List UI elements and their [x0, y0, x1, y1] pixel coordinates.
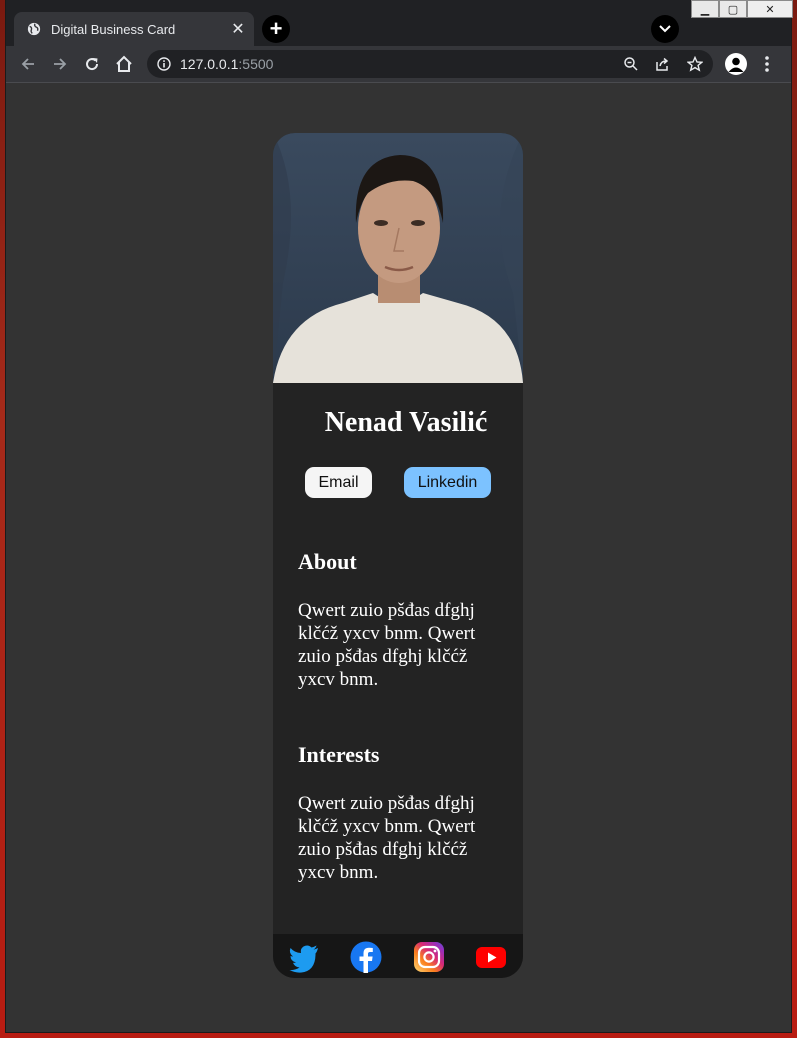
- reload-button[interactable]: [82, 54, 102, 74]
- tab-strip: Digital Business Card ✕ +: [6, 0, 791, 46]
- page-viewport: Nenad Vasilić Email Linkedin About Qwert…: [6, 83, 791, 1032]
- about-text: Qwert zuio pšđas dfghj klčćž yxcv bnm. Q…: [298, 600, 476, 690]
- twitter-icon[interactable]: [288, 941, 320, 973]
- about-heading: About: [298, 549, 357, 574]
- chevron-down-icon: [659, 25, 671, 33]
- linkedin-button[interactable]: Linkedin: [404, 467, 491, 498]
- interests-heading: Interests: [298, 742, 380, 767]
- url-host: 127.0.0.1: [180, 56, 239, 72]
- maximize-button[interactable]: ▢: [719, 0, 747, 18]
- close-window-button[interactable]: ✕: [747, 0, 793, 18]
- window-controls: ▁ ▢ ✕: [691, 0, 793, 18]
- bookmark-star-icon[interactable]: [687, 56, 703, 72]
- minimize-button[interactable]: ▁: [691, 0, 719, 18]
- home-icon: [116, 55, 132, 72]
- card-name: Nenad Vasilić: [324, 407, 488, 438]
- tab-search-button[interactable]: [651, 15, 679, 43]
- zoom-icon[interactable]: [623, 56, 639, 72]
- youtube-icon[interactable]: [475, 941, 507, 973]
- more-menu-icon[interactable]: [764, 55, 770, 73]
- url-text: 127.0.0.1:5500: [180, 56, 273, 72]
- interests-text: Qwert zuio pšđas dfghj klčćž yxcv bnm. Q…: [298, 793, 476, 883]
- business-card: Nenad Vasilić Email Linkedin About Qwert…: [273, 133, 523, 978]
- browser-toolbar: 127.0.0.1:5500: [6, 46, 791, 83]
- globe-icon: [27, 22, 41, 36]
- browser-window: Digital Business Card ✕ + ▁ ▢ ✕ 127.0.0.…: [6, 0, 793, 1032]
- tab-digital-business-card[interactable]: Digital Business Card ✕: [14, 12, 254, 46]
- forward-button[interactable]: [50, 54, 70, 74]
- instagram-icon[interactable]: [413, 941, 445, 973]
- info-icon[interactable]: [157, 57, 171, 71]
- arrow-right-icon: [54, 58, 67, 70]
- home-button[interactable]: [114, 54, 134, 74]
- reload-icon: [86, 58, 99, 71]
- social-footer: [273, 934, 523, 978]
- back-button[interactable]: [18, 54, 38, 74]
- tab-close-icon[interactable]: ✕: [228, 19, 248, 39]
- share-icon[interactable]: [655, 56, 671, 72]
- facebook-icon[interactable]: [350, 941, 382, 973]
- address-bar[interactable]: 127.0.0.1:5500: [147, 50, 713, 78]
- email-button[interactable]: Email: [305, 467, 372, 498]
- url-port: :5500: [238, 56, 274, 72]
- tab-title: Digital Business Card: [51, 21, 176, 37]
- profile-photo: [273, 133, 523, 383]
- new-tab-button[interactable]: +: [262, 15, 290, 43]
- arrow-left-icon: [21, 58, 34, 70]
- profile-avatar-icon[interactable]: [725, 53, 747, 75]
